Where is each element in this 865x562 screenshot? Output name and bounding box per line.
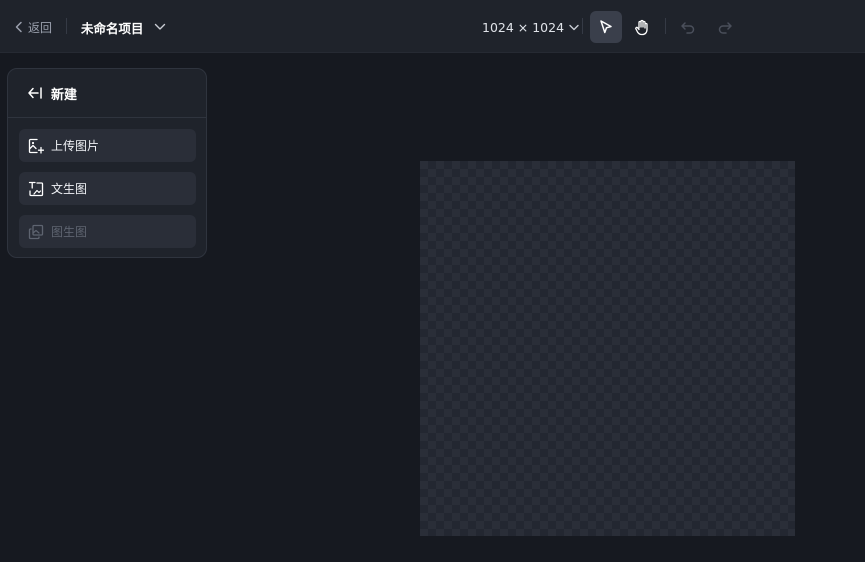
redo-button[interactable] [709,11,741,43]
back-button[interactable]: 返回 [14,17,52,37]
chevron-down-icon [569,24,579,31]
undo-button[interactable] [672,11,704,43]
divider [665,18,666,34]
canvas-size-selector[interactable]: 1024 × 1024 [482,16,579,38]
image-to-image-button: 图生图 [19,215,196,248]
hand-icon [634,19,650,36]
chevron-left-icon [14,21,24,33]
menu-item-label: 上传图片 [51,139,100,153]
project-selector[interactable]: 未命名项目 [81,16,166,38]
text-to-image-button[interactable]: 文生图 [19,172,196,205]
top-toolbar: 返回 未命名项目 1024 × 1024 [0,0,865,53]
divider [582,18,583,34]
collapse-arrow-icon [27,86,43,100]
menu-item-label: 图生图 [51,225,88,239]
divider [66,18,67,34]
new-panel: 新建 上传图片 文生图 图生图 [7,68,207,258]
canvas-artboard[interactable] [420,161,795,536]
image-upload-icon [28,138,44,154]
text-to-image-icon [28,181,44,197]
chevron-down-icon [154,23,166,31]
redo-icon [717,20,733,34]
image-to-image-icon [28,224,44,240]
undo-icon [680,20,696,34]
select-tool-button[interactable] [590,11,622,43]
pan-tool-button[interactable] [626,11,658,43]
menu-item-label: 文生图 [51,182,88,196]
back-label: 返回 [28,20,53,35]
canvas-size-label: 1024 × 1024 [482,19,565,35]
panel-title: 新建 [51,87,78,103]
project-name: 未命名项目 [81,20,144,36]
cursor-arrow-icon [598,19,614,35]
upload-image-button[interactable]: 上传图片 [19,129,196,162]
panel-header[interactable]: 新建 [8,69,206,118]
